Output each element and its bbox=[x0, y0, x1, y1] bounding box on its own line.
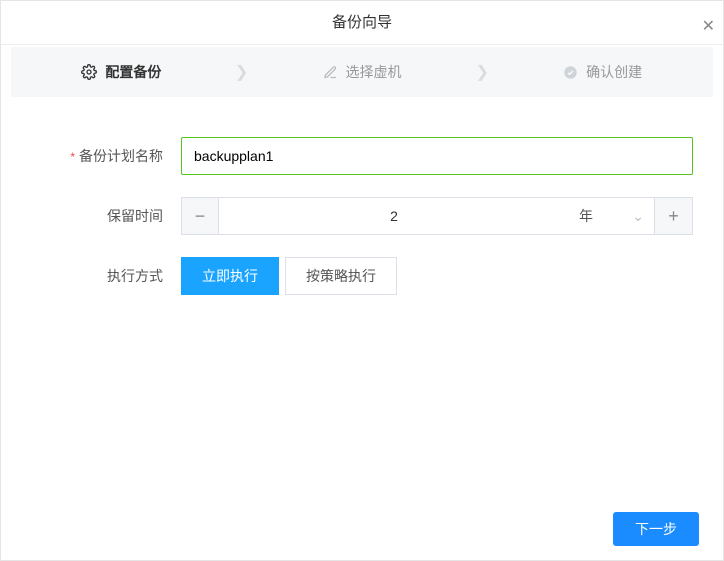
retention-value[interactable]: 2 bbox=[219, 197, 569, 235]
dialog-header: 备份向导 ✕ bbox=[1, 1, 723, 45]
chevron-right-icon: ❯ bbox=[232, 62, 252, 82]
minus-icon: − bbox=[195, 206, 206, 227]
step-select-vm-label: 选择虚机 bbox=[346, 62, 402, 82]
label-plan-name: * 备份计划名称 bbox=[31, 146, 181, 166]
retention-unit-label: 年 bbox=[579, 206, 593, 226]
retention-unit-select[interactable]: 年 ⌄ bbox=[569, 197, 655, 235]
chevron-right-icon: ❯ bbox=[472, 62, 492, 82]
dialog-title: 备份向导 bbox=[332, 14, 392, 31]
check-circle-icon bbox=[563, 65, 578, 80]
step-select-vm[interactable]: 选择虚机 bbox=[252, 47, 473, 97]
required-mark: * bbox=[70, 150, 75, 164]
exec-mode-group: 立即执行 按策略执行 bbox=[181, 257, 397, 295]
retention-increment-button[interactable]: + bbox=[655, 197, 693, 235]
step-config[interactable]: 配置备份 bbox=[11, 47, 232, 97]
label-retention: 保留时间 bbox=[31, 206, 181, 226]
exec-mode-policy-button[interactable]: 按策略执行 bbox=[285, 257, 397, 295]
retention-decrement-button[interactable]: − bbox=[181, 197, 219, 235]
dialog: 备份向导 ✕ 配置备份 ❯ 选择虚机 ❯ 确认创建 * 备份计划名称 bbox=[0, 0, 724, 561]
step-confirm[interactable]: 确认创建 bbox=[492, 47, 713, 97]
plan-name-input[interactable] bbox=[181, 137, 693, 175]
wizard-steps: 配置备份 ❯ 选择虚机 ❯ 确认创建 bbox=[11, 47, 713, 97]
edit-icon bbox=[323, 65, 338, 80]
label-exec-mode: 执行方式 bbox=[31, 266, 181, 286]
plus-icon: + bbox=[668, 206, 679, 227]
retention-stepper: − 2 年 ⌄ + bbox=[181, 197, 693, 235]
step-config-label: 配置备份 bbox=[105, 62, 161, 82]
chevron-down-icon: ⌄ bbox=[632, 208, 644, 225]
dialog-footer: 下一步 bbox=[1, 498, 723, 560]
gear-icon bbox=[81, 64, 97, 80]
label-plan-name-text: 备份计划名称 bbox=[79, 148, 163, 164]
close-icon[interactable]: ✕ bbox=[702, 5, 715, 49]
next-button[interactable]: 下一步 bbox=[613, 512, 699, 546]
step-confirm-label: 确认创建 bbox=[586, 62, 642, 82]
row-plan-name: * 备份计划名称 bbox=[31, 137, 693, 175]
exec-mode-now-button[interactable]: 立即执行 bbox=[181, 257, 279, 295]
form: * 备份计划名称 保留时间 − 2 年 ⌄ + bbox=[1, 97, 723, 498]
row-retention: 保留时间 − 2 年 ⌄ + bbox=[31, 197, 693, 235]
row-exec-mode: 执行方式 立即执行 按策略执行 bbox=[31, 257, 693, 295]
